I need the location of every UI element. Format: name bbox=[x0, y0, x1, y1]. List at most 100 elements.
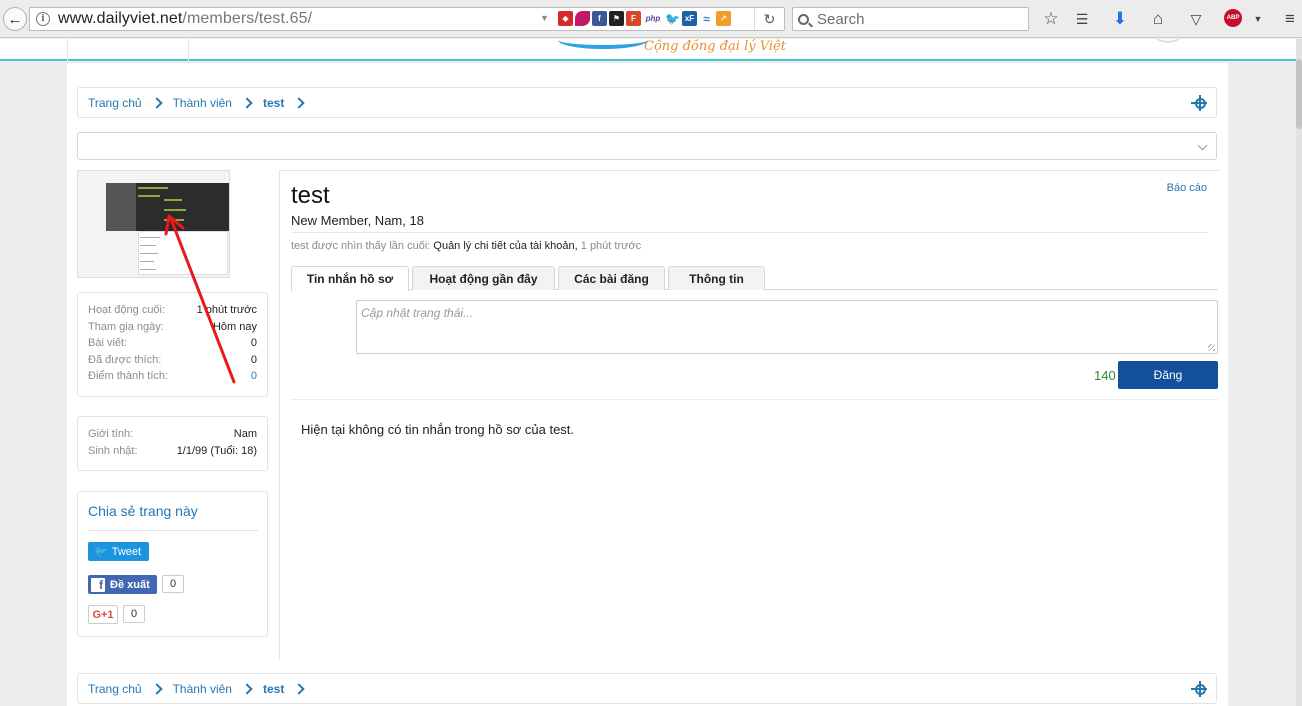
breadcrumb-label: Trang chủ bbox=[88, 681, 142, 696]
facebook-label: Đề xuất bbox=[110, 578, 150, 591]
avatar-thumb-line bbox=[140, 261, 154, 262]
last-seen-label: test được nhìn thấy lần cuối: bbox=[291, 240, 431, 252]
stat-likes: Đã được thích: 0 bbox=[88, 352, 257, 369]
extension-icons: ◆ f ⚑ F php 🐦 xF ≈ ↗ bbox=[558, 11, 731, 26]
chevron-right-icon bbox=[293, 96, 305, 109]
facebook-ext-icon[interactable]: f bbox=[592, 11, 607, 26]
reload-icon: ↻ bbox=[763, 10, 776, 27]
stat-value: Hôm nay bbox=[212, 320, 257, 333]
adblock-icon[interactable]: ABP bbox=[1224, 9, 1242, 27]
breadcrumb-item-current[interactable]: test bbox=[263, 682, 305, 696]
browser-toolbar: ← i www.dailyviet.net/members/test.65/ ▼… bbox=[0, 0, 1302, 38]
ext-feather-icon[interactable] bbox=[575, 11, 590, 26]
chevron-down-icon[interactable] bbox=[1197, 140, 1208, 151]
breadcrumb-item-members[interactable]: Thành viên bbox=[173, 682, 253, 696]
url-dropdown-icon[interactable]: ▼ bbox=[540, 13, 549, 23]
notice-bar[interactable] bbox=[77, 132, 1217, 160]
breadcrumb-item-current[interactable]: test bbox=[263, 96, 305, 110]
reading-list-icon[interactable]: ☰ bbox=[1072, 9, 1092, 29]
downloads-icon[interactable]: ⬇ bbox=[1110, 9, 1130, 29]
scrollbar-thumb[interactable] bbox=[1296, 59, 1302, 129]
tweet-button[interactable]: 🐦 Tweet bbox=[88, 542, 149, 561]
page-content: Trang chủ Thành viên test Hoạt động cuối… bbox=[67, 63, 1228, 706]
tab-postings[interactable]: Các bài đăng bbox=[558, 266, 665, 290]
twitter-ext-icon[interactable]: 🐦 bbox=[665, 11, 680, 26]
url-bar[interactable]: i www.dailyviet.net/members/test.65/ ▼ ◆… bbox=[29, 7, 785, 31]
trophy-points-link[interactable]: 0 bbox=[251, 368, 257, 385]
chevron-right-icon bbox=[241, 96, 253, 109]
page-scrollbar[interactable] bbox=[1296, 39, 1302, 706]
facebook-icon: f bbox=[91, 577, 105, 592]
divider bbox=[291, 232, 1208, 233]
browser-search-input[interactable] bbox=[817, 10, 1017, 28]
jump-to-icon-bar bbox=[1191, 688, 1207, 690]
report-link[interactable]: Báo cáo bbox=[1167, 182, 1207, 194]
breadcrumb-item-members[interactable]: Thành viên bbox=[173, 96, 253, 110]
ext-red-icon[interactable]: ◆ bbox=[558, 11, 573, 26]
tweet-label: Tweet bbox=[111, 545, 142, 558]
profile-avatar[interactable] bbox=[77, 170, 230, 278]
stat-label: Tham gia ngày: bbox=[88, 320, 164, 333]
character-counter: 140 bbox=[1094, 368, 1116, 383]
stat-value: 1 phút trước bbox=[196, 304, 257, 316]
page-viewport: Cộng đồng đại lý Việt Trang chủ Thành vi… bbox=[0, 39, 1302, 706]
share-divider bbox=[88, 530, 258, 531]
divider bbox=[291, 399, 1218, 400]
header-avatar[interactable] bbox=[1148, 39, 1188, 43]
wave-ext-icon[interactable]: ≈ bbox=[699, 11, 714, 26]
avatar-thumb-line bbox=[140, 245, 156, 246]
tab-profile-posts[interactable]: Tin nhắn hồ sơ bbox=[291, 266, 409, 291]
avatar-thumb-line bbox=[138, 187, 168, 189]
home-icon[interactable]: ⌂ bbox=[1148, 9, 1168, 29]
ext-f-icon[interactable]: F bbox=[626, 11, 641, 26]
avatar-thumb-line bbox=[140, 237, 160, 238]
profile-username: test bbox=[291, 182, 330, 209]
breadcrumb-label: Thành viên bbox=[172, 681, 232, 696]
info-label: Giới tính: bbox=[88, 428, 134, 440]
bookmark-star-icon[interactable]: ☆ bbox=[1041, 9, 1061, 29]
avatar-thumb-line bbox=[140, 269, 156, 270]
stat-label: Bài viết: bbox=[88, 337, 128, 349]
profile-main: test New Member, Nam, 18 Báo cáo test đư… bbox=[279, 170, 1219, 660]
menu-hamburger-icon[interactable]: ≡ bbox=[1280, 9, 1300, 29]
adblock-dropdown-icon[interactable]: ▼ bbox=[1248, 9, 1268, 29]
flag-ext-icon[interactable]: ⚑ bbox=[609, 11, 624, 26]
stat-joined: Tham gia ngày: Hôm nay bbox=[88, 319, 257, 336]
search-icon bbox=[798, 13, 809, 25]
header-divider bbox=[67, 39, 68, 61]
stat-label: Đã được thích: bbox=[88, 353, 162, 366]
share-title: Chia sẻ trang này bbox=[88, 503, 198, 519]
last-seen-activity: Quản lý chi tiết của tài khoản, bbox=[433, 240, 578, 252]
breadcrumb-item-home[interactable]: Trang chủ bbox=[88, 682, 163, 696]
avatar-thumb-area bbox=[106, 183, 136, 231]
site-info-icon[interactable]: i bbox=[36, 12, 50, 26]
post-status-button[interactable]: Đăng bbox=[1118, 361, 1218, 389]
info-gender: Giới tính: Nam bbox=[88, 426, 257, 443]
url-host: www.dailyviet.net bbox=[58, 10, 183, 27]
tab-recent-activity[interactable]: Hoạt động gần đây bbox=[412, 266, 555, 290]
pocket-icon[interactable]: ▽ bbox=[1186, 9, 1206, 29]
share-page-block: Chia sẻ trang này 🐦 Tweet f Đề xuất 0 G+1 … bbox=[77, 491, 268, 637]
tab-information[interactable]: Thông tin bbox=[668, 266, 765, 290]
status-update-input[interactable] bbox=[357, 301, 1217, 353]
url-text[interactable]: www.dailyviet.net/members/test.65/ bbox=[58, 10, 312, 28]
reload-button[interactable]: ↻ bbox=[754, 8, 784, 30]
php-ext-icon[interactable]: php bbox=[643, 11, 663, 26]
breadcrumb-label: test bbox=[262, 95, 285, 110]
breadcrumb-item-home[interactable]: Trang chủ bbox=[88, 96, 163, 110]
browser-search-bar[interactable] bbox=[792, 7, 1029, 31]
resize-grip-icon[interactable] bbox=[1208, 344, 1215, 351]
facebook-like-button[interactable]: f Đề xuất bbox=[88, 575, 157, 594]
gplus-count: 0 bbox=[123, 605, 145, 623]
info-label: Sinh nhật: bbox=[88, 444, 138, 457]
facebook-count: 0 bbox=[162, 575, 184, 593]
main-top-border bbox=[280, 170, 1219, 171]
xf-ext-icon[interactable]: xF bbox=[682, 11, 697, 26]
site-logo[interactable] bbox=[558, 39, 648, 49]
gplus-button[interactable]: G+1 bbox=[88, 605, 118, 624]
site-header: Cộng đồng đại lý Việt bbox=[0, 39, 1302, 61]
stat-value: 0 bbox=[250, 353, 257, 366]
stat-last-activity: Hoạt động cuối: 1 phút trước bbox=[88, 302, 257, 319]
chart-ext-icon[interactable]: ↗ bbox=[716, 11, 731, 26]
back-button[interactable]: ← bbox=[3, 7, 27, 31]
